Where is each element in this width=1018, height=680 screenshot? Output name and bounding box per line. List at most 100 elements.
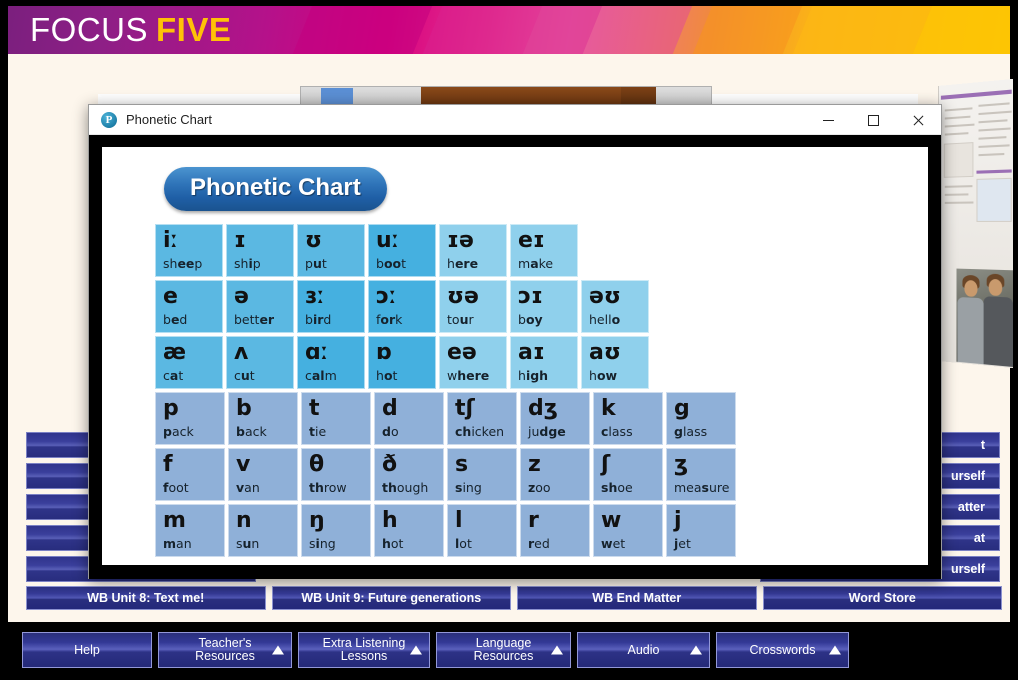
phoneme-cell[interactable]: aɪ high [510,336,578,389]
phonetic-row: æ cat ʌ cut ɑː calm ɒ hot eə where aɪ high aʊ how [155,336,736,389]
phoneme-cell[interactable]: w wet [593,504,663,557]
phoneme-cell[interactable]: m man [155,504,225,557]
phoneme-cell[interactable]: t tie [301,392,371,445]
phoneme-example-word: put [305,256,327,271]
unit-tab-row: WB Unit 8: Text me! WB Unit 9: Future ge… [26,586,1002,610]
phoneme-example-word: back [236,424,267,439]
phoneme-symbol: w [601,508,622,533]
textbook-page-preview [938,78,1013,369]
close-button[interactable] [896,105,941,135]
phoneme-cell[interactable]: ʊə tour [439,280,507,333]
phoneme-cell[interactable]: ʌ cut [226,336,294,389]
phoneme-cell[interactable]: p pack [155,392,225,445]
phoneme-cell[interactable]: d do [374,392,444,445]
language-resources-button[interactable]: Language Resources [436,632,571,668]
phoneme-cell[interactable]: ɒ hot [368,336,436,389]
phoneme-cell[interactable]: ð though [374,448,444,501]
phoneme-cell[interactable]: e bed [155,280,223,333]
phoneme-cell[interactable]: g glass [666,392,736,445]
phoneme-example-word: foot [163,480,189,495]
brand-logo: FOCUS FIVE [30,11,231,49]
phoneme-symbol: ʊ [305,228,322,253]
phonetic-row: p pack b back t tie d do tʃ chicken dʒ judge k class g… [155,392,736,445]
phoneme-example-word: sing [309,536,336,551]
phoneme-cell[interactable]: b back [228,392,298,445]
caret-up-icon [690,645,702,655]
phonetic-chart-canvas: Phonetic Chart iː sheep ɪ ship ʊ put uː boot ɪə h… [102,147,928,565]
phoneme-cell[interactable]: l lot [447,504,517,557]
teachers-resources-button[interactable]: Teacher's Resources [158,632,292,668]
phoneme-cell[interactable]: h hot [374,504,444,557]
phoneme-cell[interactable]: uː boot [368,224,436,277]
phoneme-cell[interactable]: ʒ measure [666,448,736,501]
phoneme-example-word: class [601,424,633,439]
phoneme-cell[interactable]: ɜː bird [297,280,365,333]
toolbar-segment-highlight [321,88,353,104]
phoneme-cell[interactable]: θ throw [301,448,371,501]
phoneme-cell[interactable]: iː sheep [155,224,223,277]
phoneme-example-word: where [447,368,490,383]
phoneme-example-word: glass [674,424,708,439]
phoneme-cell[interactable]: j jet [666,504,736,557]
phoneme-cell[interactable]: r red [520,504,590,557]
phoneme-example-word: bed [163,312,188,327]
minimize-button[interactable] [806,105,851,135]
help-button-label: Help [74,642,100,657]
phoneme-symbol: k [601,396,616,421]
phoneme-cell[interactable]: ɪə here [439,224,507,277]
phoneme-cell[interactable]: s sing [447,448,517,501]
phoneme-symbol: ɜː [305,284,325,309]
tab-wb-unit-8[interactable]: WB Unit 8: Text me! [26,586,266,610]
caret-up-icon [829,645,841,655]
window-title: Phonetic Chart [126,112,212,127]
phoneme-cell[interactable]: ɔɪ boy [510,280,578,333]
phoneme-cell[interactable]: ʃ shoe [593,448,663,501]
bottom-toolbar-buttons: Help Teacher's Resources Extra Listening… [22,632,849,668]
phoneme-cell[interactable]: n sun [228,504,298,557]
phoneme-cell[interactable]: dʒ judge [520,392,590,445]
phoneme-symbol: eɪ [518,228,545,253]
tab-word-store[interactable]: Word Store [762,586,1002,610]
phoneme-cell[interactable]: ŋ sing [301,504,371,557]
audio-button[interactable]: Audio [577,632,710,668]
phoneme-cell[interactable]: ɑː calm [297,336,365,389]
phoneme-cell[interactable]: ɪ ship [226,224,294,277]
crosswords-button[interactable]: Crosswords [716,632,849,668]
phoneme-symbol: uː [376,228,400,253]
phoneme-cell[interactable]: æ cat [155,336,223,389]
phoneme-example-word: ship [234,256,261,271]
phoneme-example-word: measure [674,480,730,495]
phoneme-symbol: ɪ [234,228,246,253]
phoneme-symbol: eə [447,340,477,365]
phoneme-cell[interactable]: əʊ hello [581,280,649,333]
phoneme-symbol: tʃ [455,396,475,421]
phoneme-example-word: bird [305,312,332,327]
phoneme-cell[interactable]: ʊ put [297,224,365,277]
phoneme-example-word: high [518,368,549,383]
phoneme-cell[interactable]: v van [228,448,298,501]
phoneme-cell[interactable]: aʊ how [581,336,649,389]
book-viewer-toolbar[interactable] [300,86,712,106]
phoneme-symbol: ʊə [447,284,479,309]
phoneme-example-word: cut [234,368,255,383]
extra-listening-lessons-button[interactable]: Extra Listening Lessons [298,632,430,668]
tab-wb-end-matter[interactable]: WB End Matter [517,586,757,610]
maximize-button[interactable] [851,105,896,135]
phoneme-cell[interactable]: eə where [439,336,507,389]
phoneme-cell[interactable]: k class [593,392,663,445]
phoneme-symbol: ɒ [376,340,392,365]
window-titlebar[interactable]: P Phonetic Chart [89,105,941,135]
phoneme-cell[interactable]: tʃ chicken [447,392,517,445]
bottom-toolbar: Help Teacher's Resources Extra Listening… [0,622,1018,680]
phoneme-cell[interactable]: ɔː fork [368,280,436,333]
tab-wb-unit-9[interactable]: WB Unit 9: Future generations [271,586,511,610]
help-button[interactable]: Help [22,632,152,668]
phoneme-cell[interactable]: ə better [226,280,294,333]
phoneme-cell[interactable]: f foot [155,448,225,501]
brand-banner: FOCUS FIVE [8,6,1010,54]
phoneme-symbol: m [163,508,186,533]
phoneme-example-word: cat [163,368,184,383]
phoneme-cell[interactable]: eɪ make [510,224,578,277]
phoneme-example-word: hello [589,312,621,327]
phoneme-cell[interactable]: z zoo [520,448,590,501]
